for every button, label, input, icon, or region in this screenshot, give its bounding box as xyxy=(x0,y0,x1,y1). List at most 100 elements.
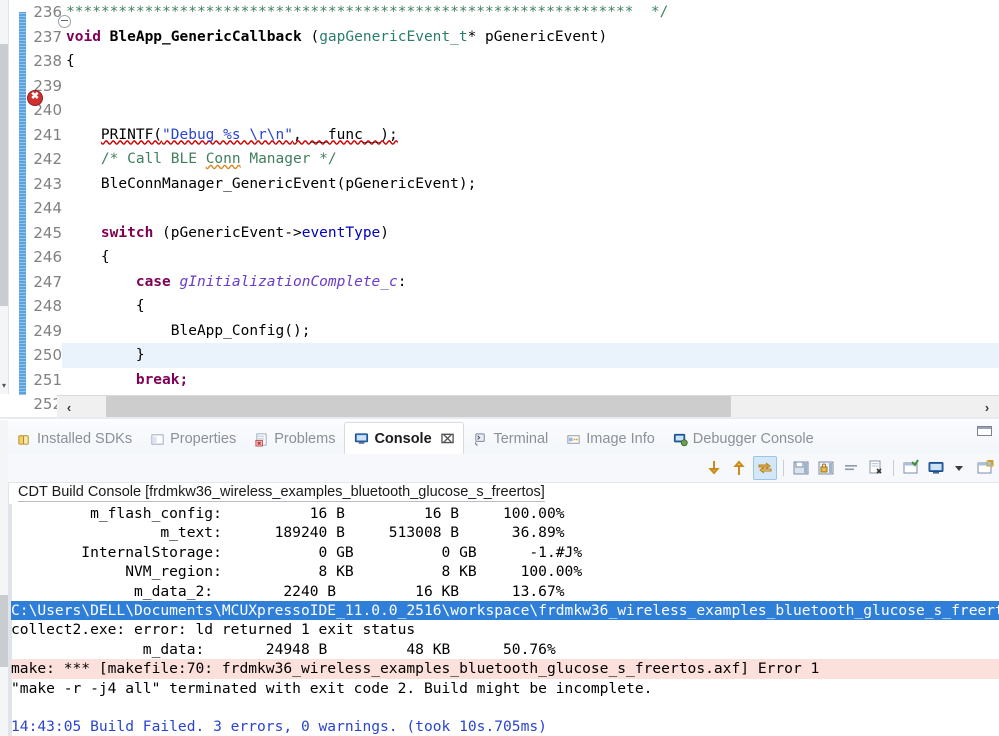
scrollbar-track[interactable] xyxy=(81,396,975,418)
code-line[interactable]: ****************************************… xyxy=(62,0,999,25)
image-info-icon xyxy=(566,432,581,447)
console-toolbar[interactable] xyxy=(8,454,999,483)
console-icon xyxy=(354,431,369,446)
scroll-down-icon[interactable] xyxy=(703,457,725,479)
panel-tab-bar[interactable]: Installed SDKs Properties Problems Console ⌧… xyxy=(8,420,999,455)
properties-icon xyxy=(150,432,165,447)
scrollbar-thumb[interactable] xyxy=(106,396,731,418)
console-title-text: CDT Build Console [frdmkw36_wireless_exa… xyxy=(18,484,545,502)
sdk-icon xyxy=(17,432,32,447)
toolbar-separator xyxy=(893,460,894,476)
code-line[interactable]: } xyxy=(62,343,999,368)
problems-icon xyxy=(254,432,269,447)
code-line[interactable] xyxy=(62,74,999,99)
error-marker-icon[interactable]: ✖ xyxy=(27,90,43,106)
ide-window: ▾ 236 237 238 239 240 241 242 243 244 245 246 247 24… xyxy=(0,0,999,736)
console-line[interactable]: "make -r -j4 all" terminated with exit c… xyxy=(11,679,999,698)
line-number: 246 xyxy=(33,248,62,266)
tab-problems[interactable]: Problems xyxy=(245,424,344,454)
line-number: 245 xyxy=(33,223,62,242)
tab-properties[interactable]: Properties xyxy=(141,424,245,454)
change-indicator-bar xyxy=(19,12,26,395)
code-line[interactable]: BleConnManager_GenericEvent(pGenericEven… xyxy=(62,172,999,197)
terminal-icon xyxy=(473,432,488,447)
tab-label: Terminal xyxy=(493,431,549,447)
code-line[interactable]: BleApp_Config(); xyxy=(62,319,999,344)
tab-image-info[interactable]: Image Info xyxy=(557,424,664,454)
pin-console-icon[interactable] xyxy=(815,457,837,479)
line-number-ruler: 236 237 238 239 240 241 242 243 244 245 246 247 248 2… xyxy=(26,0,66,536)
code-line[interactable] xyxy=(62,196,999,221)
console-line[interactable]: NVM_region: 8 KB 8 KB 100.00% xyxy=(11,562,999,581)
line-number: 247 xyxy=(33,272,62,291)
tab-label: Debugger Console xyxy=(692,431,814,447)
display-console-icon[interactable] xyxy=(925,457,947,479)
code-line[interactable]: { xyxy=(62,294,999,319)
console-line[interactable]: 14:43:05 Build Failed. 3 errors, 0 warni… xyxy=(11,717,999,736)
tab-label: Console xyxy=(374,430,432,447)
console-line[interactable]: make: *** [makefile:70: frdmkw36_wireles… xyxy=(11,659,999,679)
editor-gutter[interactable]: 236 237 238 239 240 241 242 243 244 245 246 247 248 2… xyxy=(9,0,62,536)
code-line[interactable]: void BleApp_GenericCallback (gapGenericE… xyxy=(62,25,999,50)
code-text-area[interactable]: ****************************************… xyxy=(62,0,999,394)
editor-horizontal-scrollbar[interactable]: ‹ › xyxy=(57,395,999,418)
code-line[interactable]: PRINTF("Debug %s \r\n", __func__); xyxy=(62,123,999,148)
scroll-left-icon[interactable]: ‹ xyxy=(57,400,81,415)
code-line[interactable]: case gInitializationComplete_c: xyxy=(62,270,999,295)
tab-label: Installed SDKs xyxy=(37,431,133,447)
code-line[interactable]: { xyxy=(62,49,999,74)
console-line[interactable]: InternalStorage: 0 GB 0 GB -1.#J% xyxy=(11,543,999,562)
code-line[interactable]: /* Call BLE Conn Manager */ xyxy=(62,147,999,172)
console-line[interactable]: m_data: 24948 B 48 KB 50.76% xyxy=(11,640,999,659)
tab-console[interactable]: Console ⌧ xyxy=(344,422,465,455)
console-output[interactable]: m_flash_config: 16 B 16 B 100.00% m_text… xyxy=(11,504,999,736)
code-line[interactable]: { xyxy=(62,245,999,270)
panel-divider xyxy=(0,417,999,419)
line-number: 242 xyxy=(33,150,62,168)
console-dropdown-icon[interactable] xyxy=(950,457,972,479)
panel-overview-marker xyxy=(0,595,8,667)
line-number: 241 xyxy=(33,125,62,144)
line-number: 249 xyxy=(33,321,62,340)
tab-installed-sdks[interactable]: Installed SDKs xyxy=(8,424,141,454)
scroll-up-icon[interactable] xyxy=(728,457,750,479)
console-line[interactable]: m_flash_config: 16 B 16 B 100.00% xyxy=(11,504,999,523)
clear-console-icon[interactable] xyxy=(840,457,862,479)
save-console-icon[interactable] xyxy=(790,457,812,479)
open-console-icon[interactable] xyxy=(975,457,997,479)
editor-overview-marker xyxy=(0,44,8,306)
code-line[interactable] xyxy=(62,392,999,394)
tab-label: Image Info xyxy=(586,431,655,447)
debugger-console-icon xyxy=(673,432,688,447)
new-console-view-icon[interactable] xyxy=(900,457,922,479)
remove-console-icon[interactable] xyxy=(865,457,887,479)
line-number: 251 xyxy=(33,370,62,389)
console-panel: Installed SDKs Properties Problems Console ⌧… xyxy=(0,420,999,736)
console-line[interactable]: collect2.exe: error: ld returned 1 exit … xyxy=(11,620,999,639)
editor-left-arrow-icon[interactable]: ▾ xyxy=(0,380,8,392)
code-line[interactable]: switch (pGenericEvent->eventType) xyxy=(62,221,999,246)
tab-label: Problems xyxy=(274,431,336,447)
code-line[interactable] xyxy=(62,98,999,123)
line-number: 244 xyxy=(33,199,62,217)
tab-terminal[interactable]: Terminal xyxy=(464,424,557,454)
line-number: 237 xyxy=(33,27,62,46)
console-title: CDT Build Console [frdmkw36_wireless_exa… xyxy=(18,484,999,506)
line-number: 238 xyxy=(33,52,62,70)
console-line[interactable]: C:\Users\DELL\Documents\MCUXpressoIDE_11… xyxy=(11,600,999,621)
editor-left-edge: ▾ xyxy=(0,0,9,394)
scroll-right-icon[interactable]: › xyxy=(975,400,999,415)
tab-debugger-console[interactable]: Debugger Console xyxy=(664,424,823,454)
code-editor[interactable]: ▾ 236 237 238 239 240 241 242 243 244 245 246 247 24… xyxy=(0,0,999,536)
console-line[interactable]: m_text: 189240 B 513008 B 36.89% xyxy=(11,523,999,542)
console-line[interactable]: m_data_2: 2240 B 16 KB 13.67% xyxy=(11,582,999,601)
tab-label: Properties xyxy=(170,431,237,447)
console-line[interactable] xyxy=(11,698,999,717)
line-number: 248 xyxy=(33,297,62,315)
scroll-lock-icon[interactable] xyxy=(753,456,777,480)
console-toolbar-buttons[interactable] xyxy=(703,456,997,480)
line-number: 250 xyxy=(33,346,62,364)
minimize-panel-button[interactable] xyxy=(976,425,992,437)
close-icon[interactable]: ⌧ xyxy=(441,432,455,446)
code-line[interactable]: break; xyxy=(62,368,999,393)
